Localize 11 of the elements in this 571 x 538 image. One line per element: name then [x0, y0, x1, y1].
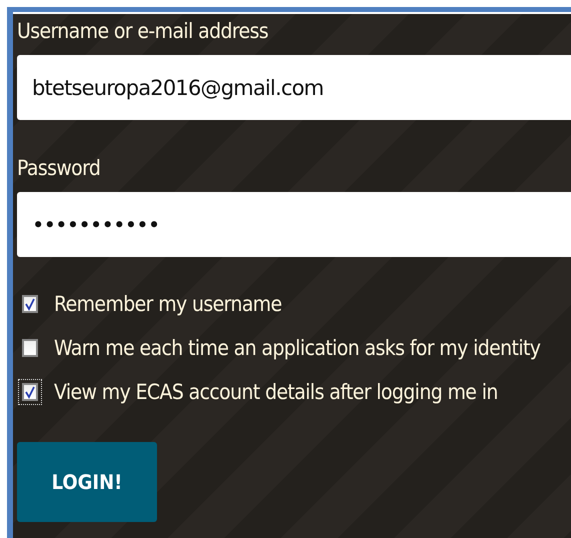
input-field[interactable]: •••••••••••	[17, 192, 571, 257]
tick-icon	[24, 297, 36, 311]
checkbox-label: View my ECAS account details after logging me in	[54, 380, 498, 404]
field-label: Password	[17, 155, 102, 182]
login-button[interactable]: LOGIN!	[17, 442, 157, 522]
checkbox[interactable]	[18, 379, 42, 405]
tick-icon	[24, 385, 36, 399]
checkbox-label: Warn me each time an application asks for my identity	[54, 336, 540, 360]
checkbox-label: Remember my username	[54, 292, 282, 316]
field-label: Username or e-mail address	[17, 18, 270, 45]
input-field[interactable]: btetseuropa2016@gmail.com	[17, 55, 571, 120]
